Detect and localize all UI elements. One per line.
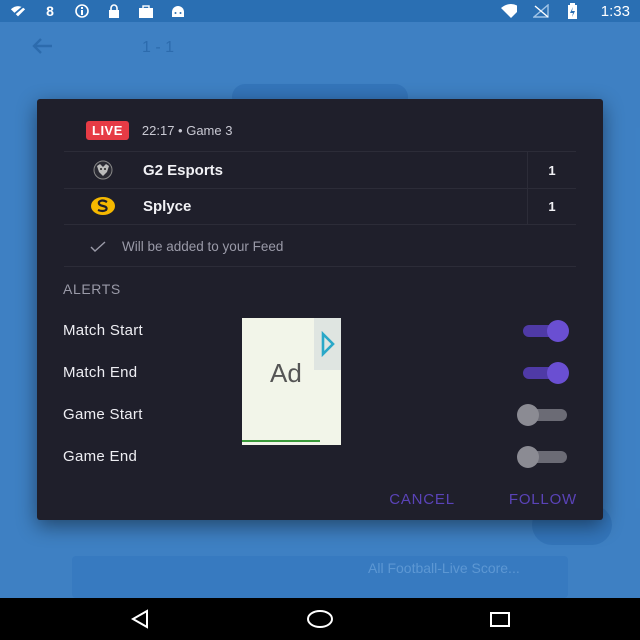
alerts-title: ALERTS: [63, 281, 121, 297]
no-signal-icon: [532, 4, 549, 18]
lock-icon: [106, 4, 122, 18]
status-bar: 8 1:33: [0, 0, 640, 22]
wifi-off-icon: [10, 4, 26, 18]
splyce-logo-icon: [90, 193, 116, 219]
team-name: G2 Esports: [143, 161, 224, 179]
feed-text: Will be added to your Feed: [122, 238, 284, 254]
follow-button[interactable]: FOLLOW: [509, 491, 577, 508]
alert-label: Match Start: [63, 321, 143, 339]
ad-choices-icon[interactable]: [314, 318, 341, 370]
g2-logo-icon: [90, 157, 116, 183]
recents-icon[interactable]: [488, 608, 512, 630]
alert-label: Game End: [63, 447, 138, 465]
android-icon: [170, 4, 186, 18]
team-name: Splyce: [143, 197, 192, 215]
team-row: G2 Esports 1: [64, 151, 576, 189]
number-8-icon: 8: [46, 3, 54, 19]
team-row: Splyce 1: [64, 188, 576, 225]
status-left: 8: [10, 3, 186, 19]
match-start-toggle[interactable]: [517, 319, 569, 342]
follow-match-dialog: LIVE 22:17 • Game 3 G2 Esports 1 Splyce …: [37, 99, 603, 520]
ad-underline: [242, 440, 320, 442]
wifi-icon: [500, 4, 517, 18]
feed-notice: Will be added to your Feed: [64, 226, 576, 267]
match-header: LIVE 22:17 • Game 3: [86, 121, 232, 140]
team-score: 1: [527, 188, 576, 224]
match-end-toggle[interactable]: [517, 361, 569, 384]
game-end-toggle[interactable]: [517, 445, 569, 468]
info-icon: [74, 4, 90, 18]
alert-label: Game Start: [63, 405, 143, 423]
match-time: 22:17 • Game 3: [141, 123, 233, 138]
dialog-actions: CANCEL FOLLOW: [389, 491, 577, 508]
game-start-toggle[interactable]: [517, 403, 569, 426]
status-right: 1:33: [500, 2, 630, 20]
ad-placeholder[interactable]: Ad: [242, 318, 341, 445]
home-icon[interactable]: [306, 608, 334, 630]
check-icon: [90, 240, 106, 252]
alert-label: Match End: [63, 363, 138, 381]
clock: 1:33: [600, 2, 630, 20]
live-badge: LIVE: [86, 121, 129, 140]
cancel-button[interactable]: CANCEL: [389, 491, 455, 508]
navigation-bar: [0, 598, 640, 640]
battery-charging-icon: [565, 3, 581, 19]
briefcase-icon: [138, 4, 154, 18]
team-score: 1: [527, 152, 576, 188]
back-icon[interactable]: [128, 608, 152, 630]
ad-label: Ad: [270, 358, 302, 388]
